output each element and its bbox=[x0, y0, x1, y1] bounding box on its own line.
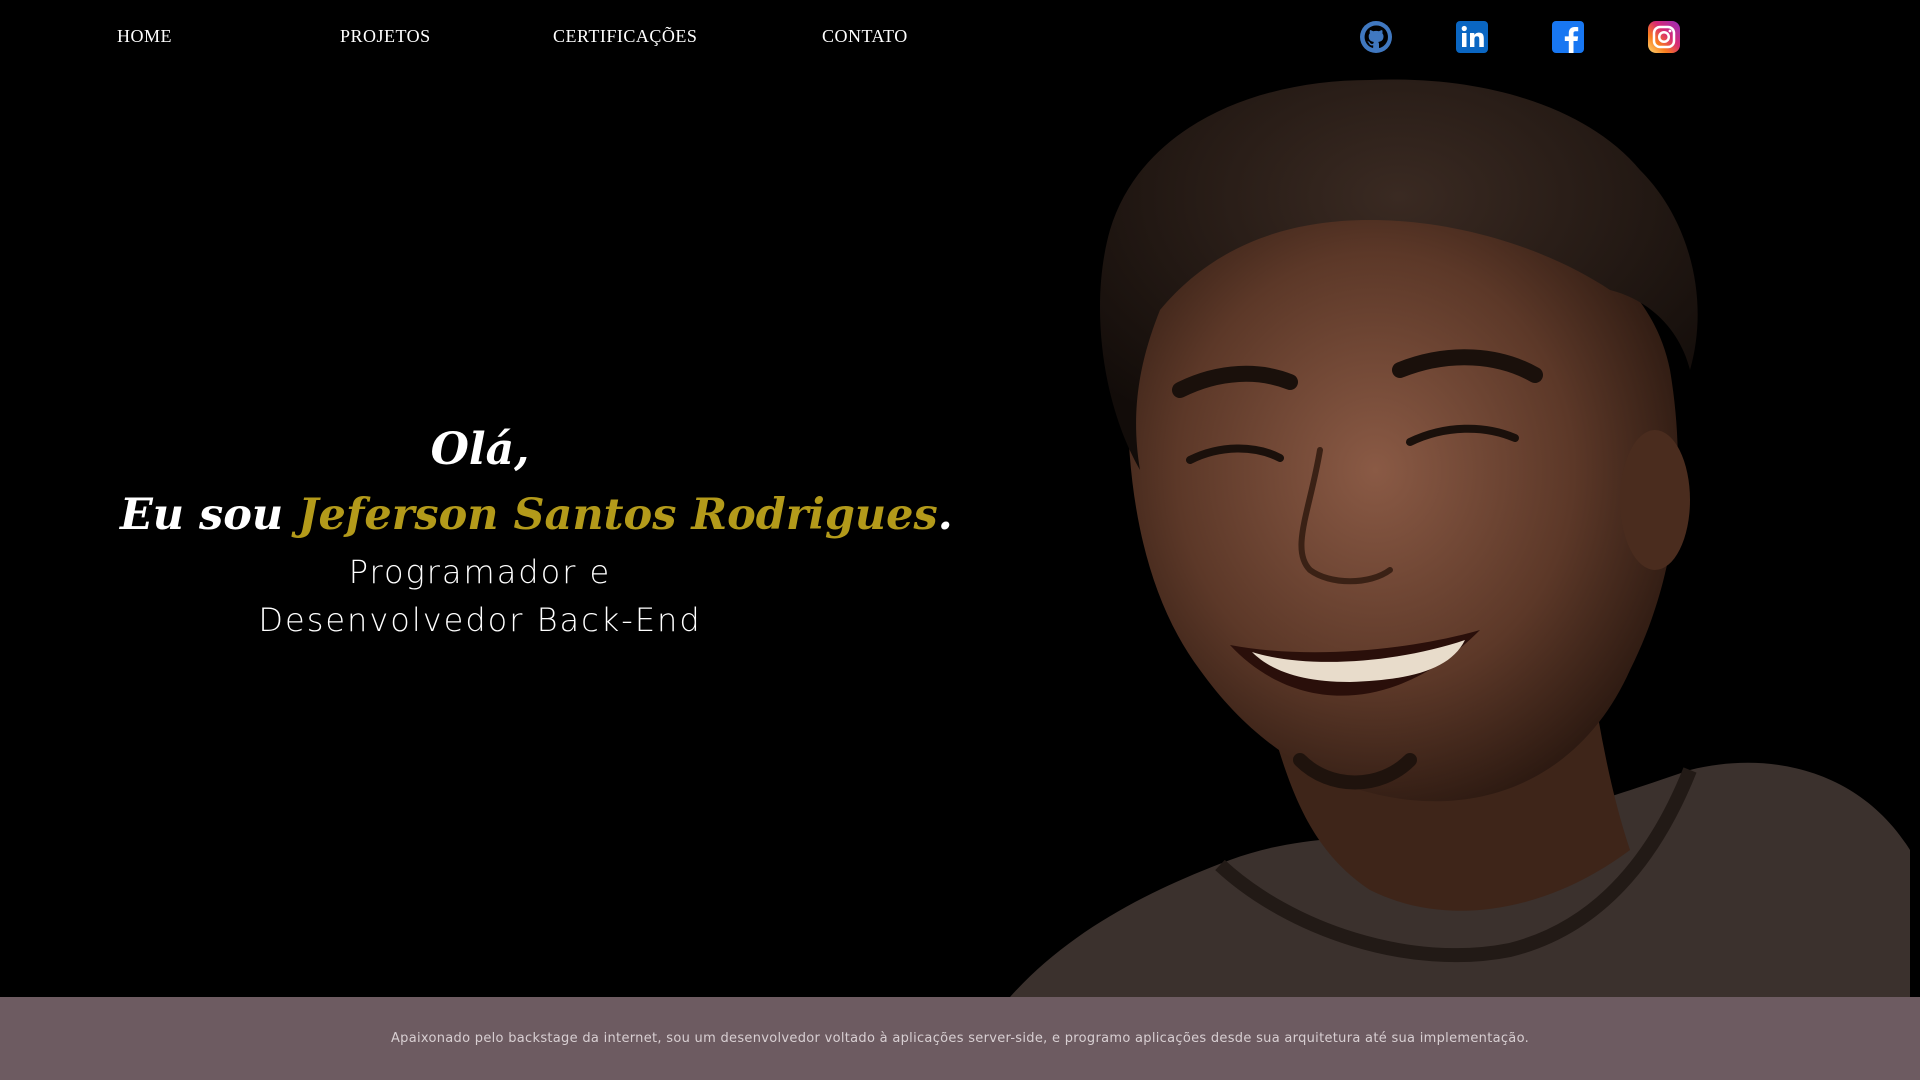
role-line-2: Desenvolvedor Back-End bbox=[258, 601, 702, 639]
facebook-icon bbox=[1552, 21, 1584, 53]
nav-link-contato[interactable]: CONTATO bbox=[822, 26, 908, 47]
role-line-1: Programador e bbox=[348, 553, 612, 591]
linkedin-link[interactable] bbox=[1455, 20, 1489, 54]
about-text: Apaixonado pelo backstage da internet, s… bbox=[390, 1031, 1530, 1046]
top-navigation: HOME PROJETOS CERTIFICAÇÕES CONTATO bbox=[0, 0, 1920, 76]
github-link[interactable] bbox=[1359, 20, 1393, 54]
profile-photo bbox=[990, 70, 1910, 997]
facebook-link[interactable] bbox=[1551, 20, 1585, 54]
nav-link-certificacoes[interactable]: CERTIFICAÇÕES bbox=[553, 26, 697, 47]
instagram-link[interactable] bbox=[1647, 20, 1681, 54]
greeting-heading: Olá, bbox=[430, 424, 530, 475]
intro-suffix: . bbox=[937, 490, 953, 540]
person-name: Jeferson Santos Rodrigues bbox=[298, 490, 938, 540]
about-banner: Apaixonado pelo backstage da internet, s… bbox=[0, 997, 1920, 1080]
linkedin-icon bbox=[1456, 21, 1488, 53]
nav-link-home[interactable]: HOME bbox=[117, 26, 172, 47]
intro-prefix: Eu sou bbox=[120, 490, 299, 540]
intro-heading: Eu sou Jeferson Santos Rodrigues. bbox=[120, 482, 953, 548]
hero-section: Olá, Eu sou Jeferson Santos Rodrigues. P… bbox=[120, 418, 953, 644]
instagram-icon bbox=[1648, 21, 1680, 53]
github-icon bbox=[1360, 21, 1392, 53]
portrait-illustration bbox=[1010, 79, 1910, 997]
nav-link-projetos[interactable]: PROJETOS bbox=[340, 26, 431, 47]
